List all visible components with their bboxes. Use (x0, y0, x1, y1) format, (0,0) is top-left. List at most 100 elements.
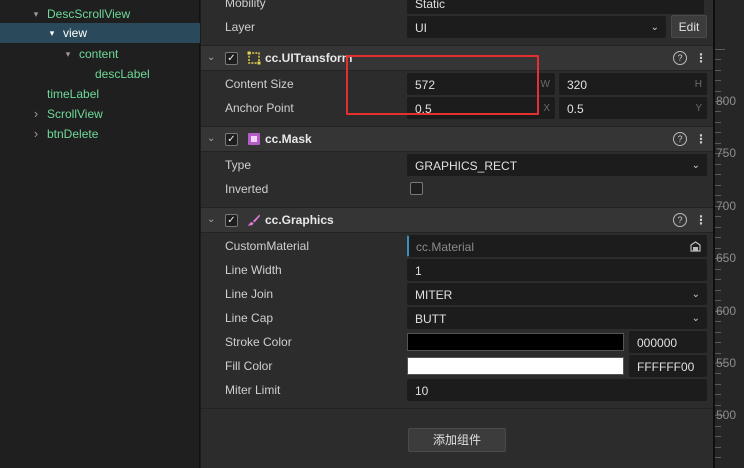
tree-node-btndelete[interactable]: › btnDelete (0, 124, 200, 144)
help-icon[interactable]: ? (673, 132, 687, 146)
anchor-y-input[interactable]: 0.5 Y (559, 97, 707, 119)
collapse-caret-icon[interactable]: ⌄ (207, 52, 215, 63)
ruler-tick (715, 332, 721, 333)
collapse-caret-icon[interactable]: ⌄ (207, 214, 215, 225)
ruler-tick (715, 290, 721, 291)
line-cap-label: Line Cap (225, 311, 274, 325)
miter-limit-value: 10 (415, 384, 429, 398)
expand-arrow-icon[interactable]: ▾ (30, 4, 42, 24)
ruler-tick (715, 457, 721, 458)
more-menu-icon[interactable]: ⋮ (695, 131, 707, 147)
line-join-label: Line Join (225, 287, 274, 301)
tree-node-content[interactable]: ▾ content (0, 44, 200, 64)
ruler-label: 650 (716, 251, 737, 265)
help-icon[interactable]: ? (673, 51, 687, 65)
x-axis-label: X (543, 103, 550, 114)
anchor-x-value: 0.5 (415, 102, 432, 116)
inverted-label: Inverted (225, 182, 269, 196)
expand-arrow-icon[interactable]: ▾ (62, 44, 74, 64)
fill-color-swatch[interactable] (407, 357, 624, 375)
mask-type-select[interactable]: GRAPHICS_RECT ⌄ (407, 154, 707, 176)
miter-limit-label: Miter Limit (225, 383, 281, 397)
help-icon[interactable]: ? (673, 213, 687, 227)
height-axis-label: H (694, 79, 702, 90)
anchor-point-label: Anchor Point (225, 101, 294, 115)
section-divider (201, 408, 713, 409)
content-width-input[interactable]: 572 W (407, 73, 555, 95)
ruler-tick (715, 91, 721, 92)
ruler-tick (715, 353, 721, 354)
ruler-label: 800 (716, 94, 737, 108)
tree-node-view[interactable]: ▾ view (0, 23, 200, 43)
mobility-select[interactable]: Static (407, 0, 704, 14)
ruler-tick (715, 216, 721, 217)
ruler-tick (715, 164, 721, 165)
graphics-title: cc.Graphics (265, 213, 334, 227)
ruler-tick (715, 248, 721, 249)
ruler-tick (715, 269, 721, 270)
fill-color-hex-input[interactable]: FFFFFF00 (629, 355, 707, 377)
custom-material-field[interactable]: cc.Material (407, 235, 707, 257)
inspector-panel: Mobility Static Layer UI ⌄ Edit ⌄ ✓ cc.U… (201, 0, 713, 468)
graphics-enable-checkbox[interactable]: ✓ (225, 214, 238, 227)
more-menu-icon[interactable]: ⋮ (695, 50, 707, 66)
custom-material-placeholder: cc.Material (416, 240, 475, 254)
uitransform-enable-checkbox[interactable]: ✓ (225, 52, 238, 65)
line-cap-select[interactable]: BUTT ⌄ (407, 307, 707, 329)
mask-header[interactable]: ⌄ ✓ cc.Mask ? ⋮ (201, 126, 713, 152)
more-menu-icon[interactable]: ⋮ (695, 212, 707, 228)
layer-select[interactable]: UI ⌄ (407, 16, 666, 38)
uitransform-header[interactable]: ⌄ ✓ cc.UITransform ? ⋮ (201, 45, 713, 71)
custom-material-label: CustomMaterial (225, 239, 310, 253)
mask-enable-checkbox[interactable]: ✓ (225, 133, 238, 146)
stroke-color-swatch[interactable] (407, 333, 624, 351)
ruler-tick (715, 59, 721, 60)
line-cap-value: BUTT (415, 312, 447, 326)
inverted-checkbox[interactable] (410, 182, 423, 195)
line-width-input[interactable]: 1 (407, 259, 707, 281)
ruler-label: 600 (716, 304, 737, 318)
layer-edit-button[interactable]: Edit (671, 15, 707, 38)
ruler-tick (715, 49, 725, 50)
content-height-input[interactable]: 320 H (559, 73, 707, 95)
ruler-tick (715, 405, 721, 406)
expand-arrow-icon[interactable]: › (30, 124, 42, 144)
tree-node-label: timeLabel (47, 87, 100, 101)
stroke-color-hex: 000000 (637, 336, 678, 350)
tree-node-label: view (63, 26, 88, 40)
ruler-label: 700 (716, 199, 737, 213)
scene-ruler: 800 750 700 650 600 550 500 (713, 0, 744, 468)
expand-arrow-icon[interactable]: ▾ (46, 23, 58, 43)
tree-node-descscrollview[interactable]: ▾ DescScrollView (0, 4, 200, 24)
ruler-tick (715, 300, 721, 301)
line-join-value: MITER (415, 288, 453, 302)
asset-picker-icon[interactable] (690, 241, 701, 252)
tree-node-label: content (79, 47, 119, 61)
add-component-button[interactable]: 添加组件 (408, 428, 506, 452)
collapse-caret-icon[interactable]: ⌄ (207, 133, 215, 144)
ruler-tick (715, 122, 721, 123)
tree-node-desclabel[interactable]: descLabel (0, 64, 200, 84)
tree-node-timelabel[interactable]: timeLabel (0, 84, 200, 104)
ruler-tick (715, 237, 721, 238)
tree-node-scrollview[interactable]: › ScrollView (0, 104, 200, 124)
chevron-down-icon: ⌄ (691, 313, 700, 324)
anchor-x-input[interactable]: 0.5 X (407, 97, 555, 119)
hierarchy-panel: ▾ DescScrollView ▾ view ▾ content descLa… (0, 0, 200, 468)
stroke-color-hex-input[interactable]: 000000 (629, 331, 707, 353)
y-axis-label: Y (695, 103, 702, 114)
brush-icon (248, 214, 260, 226)
ruler-tick (715, 143, 721, 144)
stroke-color-label: Stroke Color (225, 335, 292, 349)
layer-value: UI (415, 21, 427, 35)
mask-title: cc.Mask (265, 132, 312, 146)
miter-limit-input[interactable]: 10 (407, 379, 707, 401)
chevron-down-icon: ⌄ (650, 22, 659, 33)
tree-node-label: descLabel (95, 67, 150, 81)
content-height-value: 320 (567, 78, 588, 92)
expand-arrow-icon[interactable]: › (30, 104, 42, 124)
ruler-tick (715, 80, 721, 81)
graphics-header[interactable]: ⌄ ✓ cc.Graphics ? ⋮ (201, 207, 713, 233)
line-join-select[interactable]: MITER ⌄ (407, 283, 707, 305)
ruler-tick (715, 70, 721, 71)
